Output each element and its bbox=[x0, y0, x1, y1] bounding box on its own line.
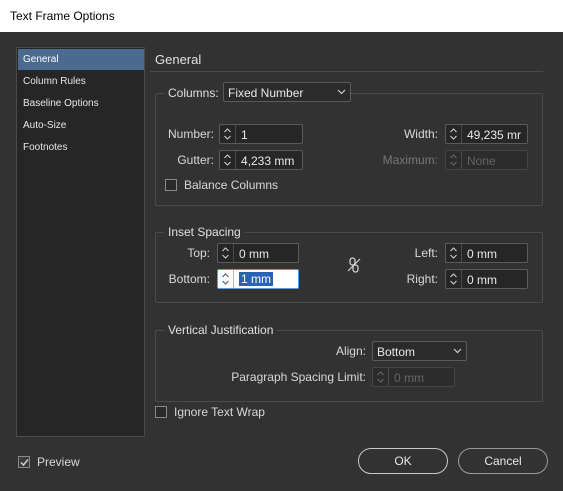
inset-spacing-label: Inset Spacing bbox=[164, 225, 245, 239]
section-divider bbox=[150, 71, 543, 72]
left-label: Left: bbox=[414, 246, 438, 260]
number-label: Number: bbox=[167, 127, 214, 141]
preview-label: Preview bbox=[37, 455, 80, 469]
balance-columns-label: Balance Columns bbox=[184, 178, 279, 192]
width-value: 49,235 mr bbox=[467, 128, 522, 142]
align-label: Align: bbox=[335, 344, 366, 358]
title-bar: Text Frame Options bbox=[0, 0, 563, 32]
stepper-arrows-icon bbox=[222, 273, 229, 285]
nav-item-general[interactable]: General bbox=[18, 49, 144, 70]
link-values-icon[interactable] bbox=[347, 257, 361, 273]
gutter-label: Gutter: bbox=[177, 153, 214, 167]
right-label: Right: bbox=[406, 272, 438, 286]
chevron-down-icon bbox=[337, 89, 346, 95]
stepper bbox=[446, 151, 462, 169]
top-field[interactable]: 0 mm bbox=[217, 243, 299, 263]
checkmark-icon bbox=[20, 459, 29, 467]
width-field[interactable]: 49,235 mr bbox=[445, 124, 528, 144]
stepper[interactable] bbox=[218, 270, 234, 288]
paragraph-spacing-limit-field: 0 mm bbox=[372, 367, 455, 387]
stepper[interactable] bbox=[218, 244, 234, 262]
width-label: Width: bbox=[403, 127, 438, 141]
ok-button[interactable]: OK bbox=[358, 448, 448, 474]
stepper-arrows-icon bbox=[222, 247, 229, 259]
right-field[interactable]: 0 mm bbox=[445, 269, 528, 289]
number-field[interactable]: 1 bbox=[219, 124, 303, 144]
nav-item-column-rules[interactable]: Column Rules bbox=[18, 71, 144, 92]
stepper-arrows-icon bbox=[450, 247, 457, 259]
stepper[interactable] bbox=[446, 125, 462, 143]
chevron-down-icon bbox=[453, 348, 462, 354]
bottom-field[interactable]: 1 mm bbox=[217, 269, 299, 289]
right-value: 0 mm bbox=[467, 273, 497, 287]
bottom-value: 1 mm bbox=[239, 272, 273, 286]
gutter-field[interactable]: 4,233 mm bbox=[219, 150, 303, 170]
bottom-label: Bottom: bbox=[168, 272, 210, 286]
columns-type-select[interactable]: Fixed Number bbox=[223, 82, 351, 102]
stepper[interactable] bbox=[220, 125, 236, 143]
nav-item-auto-size[interactable]: Auto-Size bbox=[18, 115, 144, 136]
maximum-value: None bbox=[467, 154, 496, 168]
stepper[interactable] bbox=[220, 151, 236, 169]
stepper-arrows-icon bbox=[224, 128, 231, 140]
paragraph-spacing-limit-label: Paragraph Spacing Limit: bbox=[231, 370, 366, 384]
stepper-arrows-icon bbox=[224, 154, 231, 166]
stepper-arrows-icon bbox=[450, 154, 457, 166]
preview-checkbox[interactable] bbox=[18, 456, 30, 468]
cancel-button[interactable]: Cancel bbox=[458, 448, 548, 474]
stepper[interactable] bbox=[446, 270, 462, 288]
top-label: Top: bbox=[187, 246, 210, 260]
nav-item-baseline-options[interactable]: Baseline Options bbox=[18, 93, 144, 114]
window-title: Text Frame Options bbox=[10, 9, 115, 23]
ignore-text-wrap-label: Ignore Text Wrap bbox=[174, 405, 265, 419]
left-field[interactable]: 0 mm bbox=[445, 243, 528, 263]
ignore-text-wrap-checkbox[interactable] bbox=[155, 406, 167, 418]
left-value: 0 mm bbox=[467, 247, 497, 261]
maximum-field: None bbox=[445, 150, 528, 170]
number-value: 1 bbox=[241, 128, 248, 142]
gutter-value: 4,233 mm bbox=[241, 154, 295, 168]
columns-type-value: Fixed Number bbox=[228, 86, 304, 100]
vertical-justification-group bbox=[155, 330, 543, 402]
stepper-arrows-icon bbox=[377, 371, 384, 383]
nav-item-footnotes[interactable]: Footnotes bbox=[18, 137, 144, 158]
stepper bbox=[373, 368, 389, 386]
balance-columns-checkbox[interactable] bbox=[165, 179, 177, 191]
align-select[interactable]: Bottom bbox=[372, 341, 467, 361]
align-value: Bottom bbox=[377, 345, 416, 359]
stepper[interactable] bbox=[446, 244, 462, 262]
stepper-arrows-icon bbox=[450, 273, 457, 285]
vertical-justification-label: Vertical Justification bbox=[164, 323, 278, 337]
top-value: 0 mm bbox=[239, 247, 269, 261]
section-title: General bbox=[155, 52, 202, 67]
maximum-label: Maximum: bbox=[382, 153, 438, 167]
paragraph-spacing-limit-value: 0 mm bbox=[394, 371, 424, 385]
columns-label: Columns: bbox=[164, 86, 223, 100]
category-list: General Column Rules Baseline Options Au… bbox=[16, 47, 145, 437]
stepper-arrows-icon bbox=[450, 128, 457, 140]
